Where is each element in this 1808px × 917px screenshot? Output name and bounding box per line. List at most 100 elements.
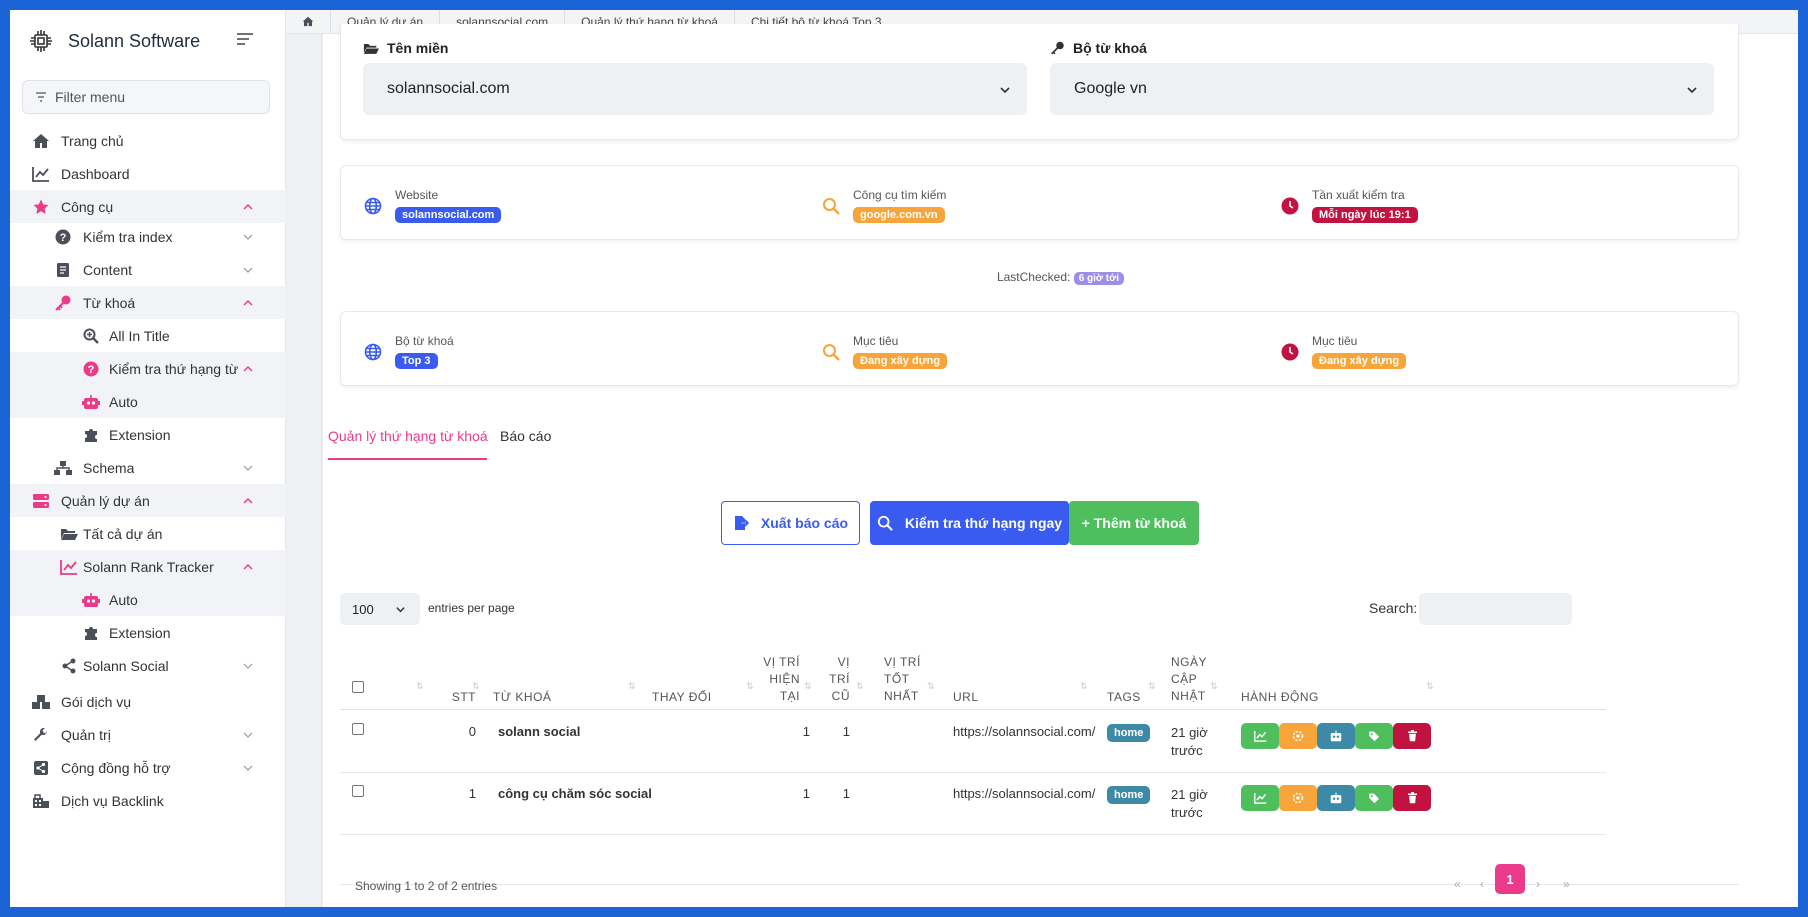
- menu-toggle-icon[interactable]: [236, 32, 256, 50]
- table-search-input[interactable]: [1419, 593, 1572, 625]
- sidebar-item-community[interactable]: Cộng đồng hỗ trợ: [10, 751, 286, 784]
- row-checkbox[interactable]: [352, 723, 364, 735]
- gutter: [286, 34, 322, 907]
- search-label: Search:: [1369, 600, 1418, 616]
- sort-icon[interactable]: ⇅: [628, 681, 636, 692]
- header-url[interactable]: URL: [953, 689, 979, 706]
- robot-button[interactable]: [1317, 723, 1355, 749]
- pagination-next[interactable]: ›: [1536, 877, 1540, 891]
- search-plus-icon: [82, 327, 100, 345]
- cell-url[interactable]: https://solannsocial.com/: [953, 724, 1095, 739]
- header-old-position[interactable]: VỊ TRÍ CŨ: [826, 654, 850, 705]
- sidebar-item-auto[interactable]: Auto: [10, 385, 286, 418]
- sort-icon[interactable]: ⇅: [416, 681, 424, 692]
- brand-name: Solann Software: [68, 30, 201, 51]
- page-size-value: 100: [352, 601, 374, 617]
- header-best-position[interactable]: VỊ TRÍ TỐT NHẤT: [884, 654, 921, 705]
- delete-button[interactable]: [1393, 785, 1431, 811]
- tag-button[interactable]: [1355, 785, 1393, 811]
- tags-icon: [1368, 730, 1381, 742]
- header-current-position[interactable]: VỊ TRÍ HIỆN TẠI: [760, 654, 800, 705]
- chevron-down-icon: [242, 263, 254, 275]
- sidebar-item-service-packages[interactable]: Gói dịch vụ: [10, 685, 286, 718]
- page-size-select[interactable]: 100: [340, 593, 420, 625]
- sidebar-item-admin[interactable]: Quản trị: [10, 718, 286, 751]
- chevron-up-icon: [242, 296, 254, 308]
- export-report-button[interactable]: Xuất báo cáo: [721, 501, 860, 545]
- robot-button[interactable]: [1317, 785, 1355, 811]
- tags-icon: [1368, 792, 1381, 804]
- header-updated[interactable]: NGÀY CẬP NHẬT: [1171, 654, 1207, 705]
- tab-report[interactable]: Báo cáo: [500, 428, 551, 444]
- sidebar-item-solann-social[interactable]: Solann Social: [10, 649, 286, 682]
- header-change[interactable]: THAY ĐỔI: [652, 689, 712, 706]
- pagination-last[interactable]: »: [1563, 877, 1570, 891]
- row-checkbox[interactable]: [352, 785, 364, 797]
- sidebar-item-extension[interactable]: Extension: [10, 418, 286, 451]
- check-rank-now-button[interactable]: Kiểm tra thứ hạng ngay: [870, 501, 1069, 545]
- sidebar: Solann Software Filter menu Trang chủ Da…: [10, 10, 286, 907]
- home-icon: [302, 16, 314, 27]
- chart-button[interactable]: [1241, 723, 1279, 749]
- sort-icon[interactable]: ⇅: [1210, 681, 1218, 692]
- sidebar-item-index-check[interactable]: ? Kiểm tra index: [10, 220, 286, 253]
- sidebar-item-all-projects[interactable]: Tất cả dự án: [10, 517, 286, 550]
- sort-icon[interactable]: ⇅: [472, 681, 480, 692]
- settings-button[interactable]: [1279, 785, 1317, 811]
- sidebar-item-rank-tracker[interactable]: Solann Rank Tracker: [10, 550, 286, 583]
- header-stt[interactable]: STT: [440, 689, 476, 706]
- sidebar-item-projects[interactable]: Quản lý dự án: [10, 484, 286, 517]
- sidebar-item-content[interactable]: Content: [10, 253, 286, 286]
- brand[interactable]: Solann Software: [26, 26, 200, 56]
- domain-select[interactable]: solannsocial.com: [363, 63, 1027, 115]
- table-row: 1 công cụ chăm sóc social 1 1 https://solann…: [340, 773, 1606, 835]
- svg-text:?: ?: [88, 364, 95, 376]
- pagination-prev[interactable]: ‹: [1480, 877, 1484, 891]
- chevron-up-icon: [242, 560, 254, 572]
- sort-icon[interactable]: ⇅: [927, 681, 935, 692]
- pagination-first[interactable]: «: [1454, 877, 1461, 891]
- set-info: Bộ từ khoá Top 3: [363, 334, 454, 369]
- sort-icon[interactable]: ⇅: [1426, 681, 1434, 692]
- add-keyword-button[interactable]: + Thêm từ khoá: [1069, 501, 1199, 545]
- sort-icon[interactable]: ⇅: [1080, 681, 1088, 692]
- header-tags[interactable]: TAGS: [1107, 689, 1141, 706]
- chevron-down-icon: [242, 659, 254, 671]
- breadcrumb-home[interactable]: [286, 10, 331, 34]
- frequency-info: Tần xuất kiểm tra Mỗi ngày lúc 19:1: [1280, 188, 1418, 223]
- sidebar-item-tools[interactable]: Công cụ: [10, 190, 286, 223]
- chart-button[interactable]: [1241, 785, 1279, 811]
- folder-open-icon: [363, 43, 379, 54]
- keyword-set-select[interactable]: Google vn: [1050, 63, 1714, 115]
- filter-menu-input[interactable]: Filter menu: [22, 80, 270, 114]
- sidebar-item-extension-2[interactable]: Extension: [10, 616, 286, 649]
- filter-placeholder: Filter menu: [55, 89, 126, 105]
- filter-card: Tên miền solannsocial.com Bộ từ khoá Goo…: [340, 24, 1739, 140]
- tag-badge[interactable]: home: [1107, 786, 1151, 804]
- sidebar-item-rank-check[interactable]: ? Kiểm tra thứ hạng từ k...: [10, 352, 286, 385]
- delete-button[interactable]: [1393, 723, 1431, 749]
- sort-icon[interactable]: ⇅: [1148, 681, 1156, 692]
- clock-icon: [1280, 342, 1300, 362]
- cell-url[interactable]: https://solannsocial.com/: [953, 786, 1095, 801]
- sidebar-item-auto-2[interactable]: Auto: [10, 583, 286, 616]
- sidebar-item-keywords[interactable]: Từ khoá: [10, 286, 286, 319]
- chevron-down-icon: [242, 230, 254, 242]
- sidebar-item-backlink[interactable]: Dịch vụ Backlink: [10, 784, 286, 817]
- sort-icon[interactable]: ⇅: [746, 681, 754, 692]
- sort-icon[interactable]: ⇅: [804, 681, 812, 692]
- tab-rank-management[interactable]: Quản lý thứ hạng từ khoá: [328, 428, 488, 444]
- sidebar-item-schema[interactable]: Schema: [10, 451, 286, 484]
- sidebar-item-dashboard[interactable]: Dashboard: [10, 157, 286, 190]
- tag-button[interactable]: [1355, 723, 1393, 749]
- chart-line-icon: [32, 165, 50, 183]
- sidebar-item-all-in-title[interactable]: All In Title: [10, 319, 286, 352]
- header-keyword[interactable]: TỪ KHOÁ: [493, 689, 551, 706]
- sort-icon[interactable]: ⇅: [856, 681, 864, 692]
- select-all-checkbox[interactable]: [352, 681, 364, 693]
- tag-badge[interactable]: home: [1107, 724, 1151, 742]
- settings-button[interactable]: [1279, 723, 1317, 749]
- key-icon: [54, 294, 72, 312]
- sidebar-item-home[interactable]: Trang chủ: [10, 124, 286, 157]
- pagination-page[interactable]: 1: [1495, 864, 1525, 894]
